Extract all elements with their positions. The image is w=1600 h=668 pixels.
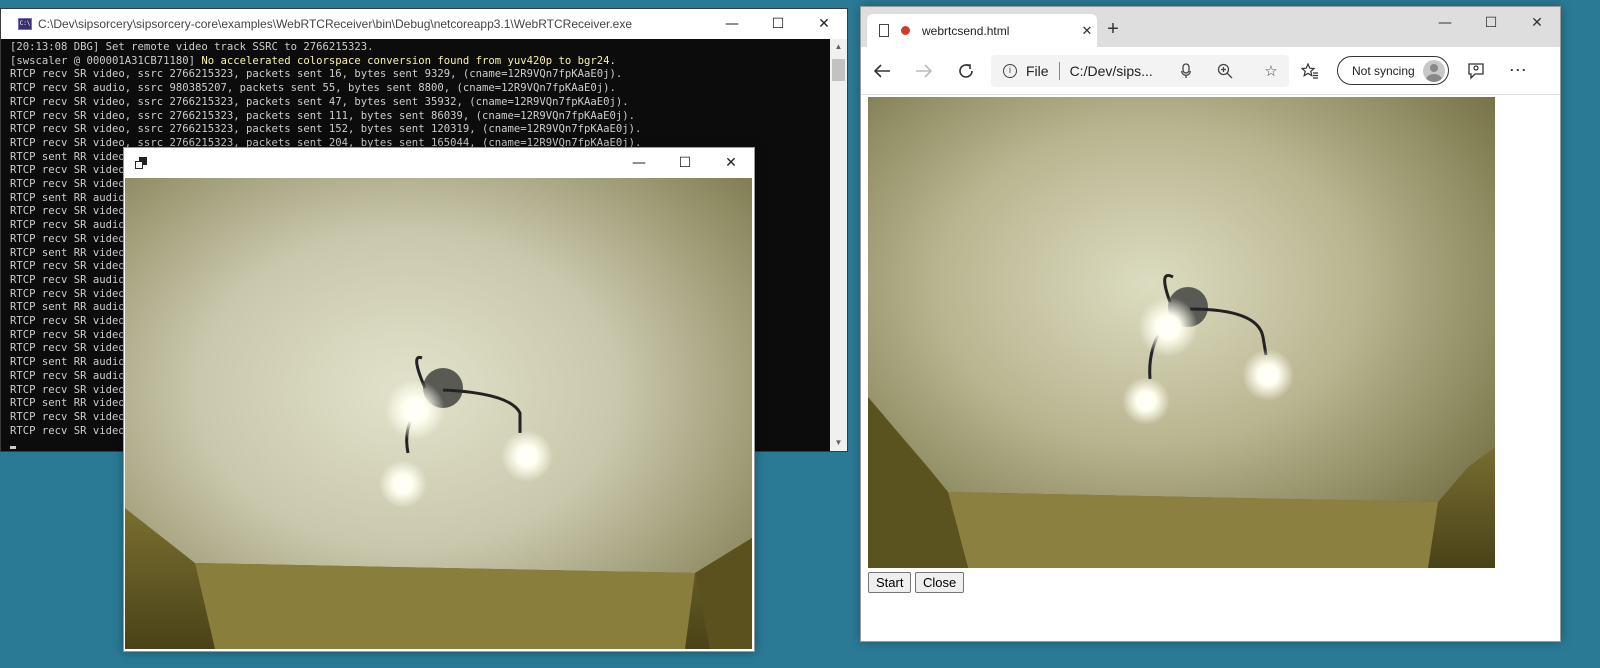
microphone-icon[interactable] bbox=[1181, 62, 1217, 79]
console-line-text: [swscaler @ 000001A31CB71180] bbox=[10, 54, 202, 67]
console-line-text: RTCP sent RR video bbox=[10, 397, 125, 410]
console-line-warning: No accelerated colorspace conversion fou… bbox=[201, 54, 616, 67]
video-window-titlebar[interactable]: — ☐ ✕ bbox=[124, 148, 754, 177]
console-line-text: RTCP recv SR audio, ssrc 980385207, pack… bbox=[10, 82, 616, 95]
console-line: RTCP recv SR video, ssrc 2766215323, pac… bbox=[10, 96, 829, 110]
address-url[interactable]: C:/Dev/sips... bbox=[1070, 63, 1181, 79]
recording-dot-icon bbox=[901, 26, 910, 35]
console-line-text: RTCP recv SR video, ssrc 2766215323, pac… bbox=[10, 68, 623, 81]
video-window: — ☐ ✕ bbox=[123, 147, 755, 652]
console-line-text: RTCP recv SR audio bbox=[10, 219, 125, 232]
scroll-up-icon[interactable]: ▲ bbox=[830, 39, 847, 55]
console-line-text: RTCP recv SR audio bbox=[10, 273, 125, 286]
console-app-icon: C:\ bbox=[18, 18, 32, 30]
favorite-star-icon[interactable]: ☆ bbox=[1253, 62, 1289, 80]
video-maximize-button[interactable]: ☐ bbox=[662, 148, 708, 178]
console-line: RTCP recv SR video, ssrc 2766215323, pac… bbox=[10, 110, 829, 124]
tab-close-icon[interactable]: ✕ bbox=[1077, 23, 1097, 39]
local-video-preview bbox=[868, 97, 1495, 568]
console-line-text: RTCP recv SR video bbox=[10, 383, 125, 396]
console-line-text: RTCP recv SR video bbox=[10, 342, 125, 355]
console-line: [swscaler @ 000001A31CB71180] No acceler… bbox=[10, 55, 829, 69]
console-line: RTCP recv SR audio, ssrc 980385207, pack… bbox=[10, 82, 829, 96]
console-scrollbar[interactable]: ▲ ▼ bbox=[830, 39, 847, 451]
close-button[interactable]: Close bbox=[915, 572, 965, 593]
console-line-text: RTCP recv SR video bbox=[10, 232, 125, 245]
console-line: RTCP recv SR video, ssrc 2766215323, pac… bbox=[10, 123, 829, 137]
console-line-text: RTCP sent RR video bbox=[10, 150, 125, 163]
browser-toolbar: i File C:/Dev/sips... ☆ Not syncing ⋯ bbox=[861, 47, 1560, 95]
console-line-text: RTCP sent RR audio bbox=[10, 356, 125, 369]
console-line: RTCP recv SR video, ssrc 2766215323, pac… bbox=[10, 68, 829, 82]
console-minimize-button[interactable]: — bbox=[709, 9, 755, 39]
favorites-icon[interactable] bbox=[1289, 53, 1331, 89]
console-line-text: RTCP recv SR video bbox=[10, 328, 125, 341]
new-tab-icon[interactable]: + bbox=[1097, 14, 1129, 47]
console-cursor bbox=[10, 446, 16, 449]
console-line-text: RTCP recv SR video bbox=[10, 315, 125, 328]
console-line-text: RTCP sent RR audio bbox=[10, 301, 125, 314]
console-line-text: RTCP recv SR video, ssrc 2766215323, pac… bbox=[10, 95, 629, 108]
console-title: C:\Dev\sipsorcery\sipsorcery-core\exampl… bbox=[38, 17, 633, 31]
address-separator bbox=[1058, 61, 1060, 80]
console-line-text: RTCP recv SR video, ssrc 2766215323, pac… bbox=[10, 109, 636, 122]
tab-webrtcsend[interactable]: webrtcsend.html ✕ bbox=[867, 14, 1097, 47]
video-close-button[interactable]: ✕ bbox=[708, 148, 754, 178]
back-icon[interactable] bbox=[861, 53, 903, 89]
page-content: Start Close bbox=[861, 95, 1560, 641]
console-line-text: RTCP recv SR video bbox=[10, 260, 125, 273]
scroll-down-icon[interactable]: ▼ bbox=[830, 435, 847, 451]
zoom-icon[interactable] bbox=[1217, 63, 1253, 79]
forward-icon[interactable] bbox=[903, 53, 945, 89]
tab-strip[interactable]: webrtcsend.html ✕ + — ☐ ✕ bbox=[861, 7, 1560, 47]
browser-maximize-button[interactable]: ☐ bbox=[1468, 7, 1514, 39]
console-line-text: RTCP sent RR video bbox=[10, 246, 125, 259]
page-icon bbox=[879, 24, 889, 37]
console-line-text: RTCP recv SR audio bbox=[10, 369, 125, 382]
console-line-text: RTCP recv SR video bbox=[10, 164, 125, 177]
console-line: [20:13:08 DBG] Set remote video track SS… bbox=[10, 41, 829, 55]
console-line-text: RTCP recv SR video bbox=[10, 178, 125, 191]
console-line-text: RTCP recv SR video bbox=[10, 410, 125, 423]
console-line-text: RTCP sent RR audio bbox=[10, 191, 125, 204]
tab-title: webrtcsend.html bbox=[922, 23, 1010, 38]
console-line-text: RTCP recv SR video, ssrc 2766215323, pac… bbox=[10, 123, 642, 136]
sync-label: Not syncing bbox=[1352, 63, 1415, 78]
site-info-icon[interactable]: i bbox=[1003, 63, 1017, 78]
avatar bbox=[1422, 59, 1445, 82]
console-line-text: RTCP recv SR video bbox=[10, 424, 125, 437]
console-close-button[interactable]: ✕ bbox=[801, 9, 847, 39]
console-titlebar[interactable]: C:\ C:\Dev\sipsorcery\sipsorcery-core\ex… bbox=[1, 9, 847, 39]
received-video-frame bbox=[125, 178, 752, 649]
start-button[interactable]: Start bbox=[868, 572, 912, 593]
refresh-icon[interactable] bbox=[945, 53, 987, 89]
window-app-icon bbox=[135, 156, 616, 169]
console-line-text: RTCP recv SR video bbox=[10, 205, 125, 218]
browser-window: webrtcsend.html ✕ + — ☐ ✕ i File C:/Dev/… bbox=[860, 6, 1561, 642]
address-bar[interactable]: i File C:/Dev/sips... ☆ bbox=[991, 54, 1289, 87]
video-minimize-button[interactable]: — bbox=[616, 148, 662, 178]
browser-close-button[interactable]: ✕ bbox=[1514, 7, 1560, 39]
address-scheme: File bbox=[1026, 62, 1049, 79]
browser-window-controls: — ☐ ✕ bbox=[1422, 7, 1560, 39]
console-line-text: [20:13:08 DBG] Set remote video track SS… bbox=[10, 41, 374, 53]
scroll-thumb[interactable] bbox=[832, 59, 845, 81]
feedback-icon[interactable] bbox=[1455, 53, 1497, 89]
browser-minimize-button[interactable]: — bbox=[1422, 7, 1468, 39]
profile-sync-button[interactable]: Not syncing bbox=[1337, 56, 1449, 85]
more-options-icon[interactable]: ⋯ bbox=[1497, 53, 1539, 89]
console-line-text: RTCP recv SR video bbox=[10, 287, 125, 300]
console-maximize-button[interactable]: ☐ bbox=[755, 9, 801, 39]
